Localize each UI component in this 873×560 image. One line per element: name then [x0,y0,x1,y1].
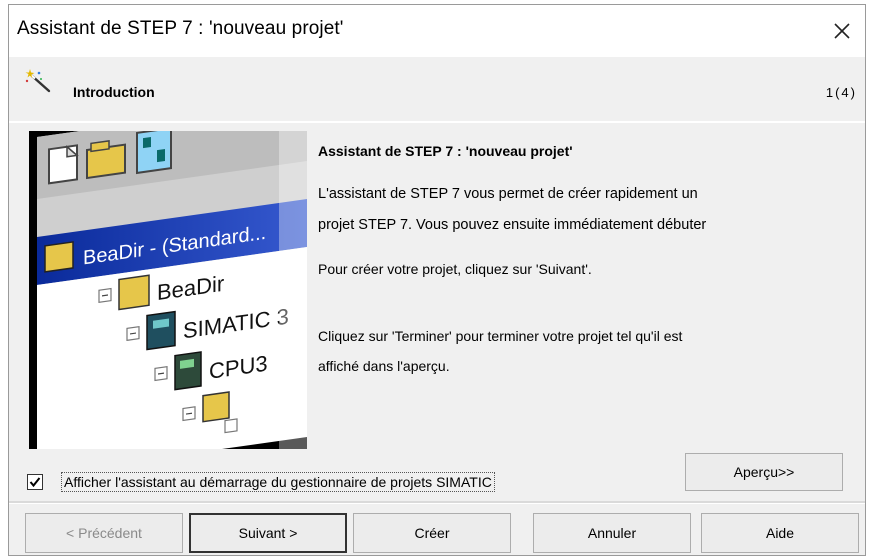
finish-line-2: affiché dans l'aperçu. [318,358,450,374]
previous-button[interactable]: < Précédent [25,513,183,553]
checkmark-icon [29,477,41,488]
simatic-manager-illustration: BeaDir - (Standard... BeaDir SIMATIC 3 C… [29,131,307,449]
wizard-header: Introduction 1(4) [9,57,865,122]
create-button[interactable]: Créer [353,513,511,553]
intro-paragraph: L'assistant de STEP 7 vous permet de cré… [318,179,858,241]
step-counter: 1(4) [825,85,857,100]
help-button[interactable]: Aide [701,513,859,553]
finish-instruction: Cliquez sur 'Terminer' pour terminer vot… [318,321,682,381]
step-title: Introduction [73,84,155,100]
finish-line-1: Cliquez sur 'Terminer' pour terminer vot… [318,328,683,344]
window-title: Assistant de STEP 7 : 'nouveau projet' [17,18,344,39]
next-instruction: Pour créer votre projet, cliquez sur 'Su… [318,261,592,277]
intro-line-1: L'assistant de STEP 7 vous permet de cré… [318,186,698,202]
close-button[interactable] [819,5,865,57]
button-separator [9,501,865,504]
cancel-button[interactable]: Annuler [533,513,691,553]
close-icon [834,23,850,39]
toolbar-new-icon [48,144,79,185]
show-wizard-option[interactable]: Afficher l'assistant au démarrage du ges… [27,471,495,493]
wizard-illustration: BeaDir - (Standard... BeaDir SIMATIC 3 C… [29,131,307,449]
toolbar-network-icon [136,131,172,175]
preview-button[interactable]: Aperçu>> [685,453,843,491]
intro-line-2: projet STEP 7. Vous pouvez ensuite imméd… [318,217,707,233]
toolbar-open-icon [86,140,126,180]
folder-window-icon [44,241,74,273]
next-button[interactable]: Suivant > [189,513,347,553]
wizard-window: Assistant de STEP 7 : 'nouveau projet' I… [8,4,866,556]
show-wizard-label[interactable]: Afficher l'assistant au démarrage du ges… [61,472,495,492]
title-bar: Assistant de STEP 7 : 'nouveau projet' [9,5,865,57]
show-wizard-checkbox[interactable] [27,474,43,490]
content-title: Assistant de STEP 7 : 'nouveau projet' [318,143,573,159]
wand-icon [25,69,51,93]
header-divider [9,121,865,123]
